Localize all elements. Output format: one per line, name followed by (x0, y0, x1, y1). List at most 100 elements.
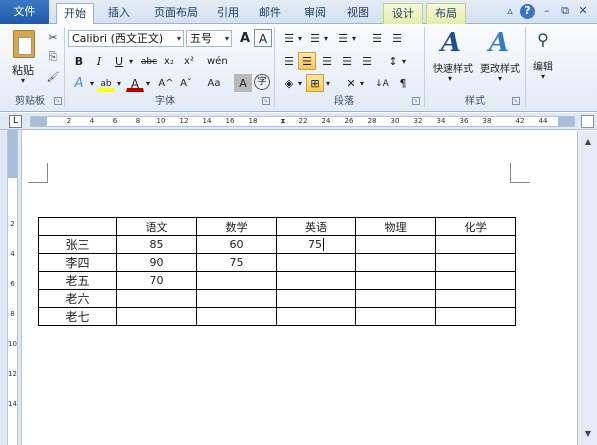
table-cell[interactable] (435, 235, 516, 254)
table-cell[interactable] (276, 307, 356, 326)
font-name-combo[interactable]: Calibri (西文正文) ▾ (68, 30, 184, 47)
chevron-down-icon[interactable]: ▾ (400, 52, 408, 70)
paragraph-launcher-icon[interactable]: ↘ (412, 97, 420, 105)
view-ruler-button[interactable] (581, 115, 594, 128)
table-cell[interactable] (38, 217, 117, 236)
char-border-icon[interactable]: A (254, 29, 272, 47)
table-cell[interactable]: 90 (116, 253, 197, 272)
close-icon[interactable]: ✕ (576, 4, 590, 18)
table-cell[interactable] (196, 271, 277, 290)
restore-icon[interactable]: ⧉ (558, 4, 572, 18)
table-cell-active[interactable]: 75 (276, 235, 356, 254)
table-header-cell[interactable]: 化学 (435, 217, 516, 236)
grow-font-icon[interactable]: A (236, 29, 254, 47)
styles-launcher-icon[interactable]: ↘ (512, 97, 520, 105)
chevron-down-icon[interactable]: ▾ (144, 74, 152, 92)
chevron-down-icon[interactable]: ▾ (358, 74, 366, 92)
minimize-button[interactable]: – (540, 4, 554, 18)
grow-font-button[interactable]: A^ (156, 74, 176, 92)
phonetic-guide-icon[interactable]: wén (206, 52, 228, 70)
table-cell[interactable] (276, 253, 356, 272)
table-cell[interactable] (196, 307, 277, 326)
table-cell[interactable] (355, 235, 436, 254)
editing-button[interactable]: 编辑 (526, 58, 560, 73)
help-icon[interactable]: ? (520, 4, 535, 19)
ruler-strip[interactable]: 2 4 6 8 10 12 14 16 18 ⧗ 22 24 26 28 30 … (30, 116, 575, 127)
chevron-down-icon[interactable]: ▾ (126, 52, 136, 70)
sort-icon[interactable]: ↓A (372, 74, 392, 92)
table-cell[interactable]: 70 (116, 271, 197, 290)
table-cell[interactable] (276, 289, 356, 308)
tab-selector-button[interactable]: L (9, 115, 22, 128)
vertical-scrollbar[interactable]: ▲ ▼ (577, 131, 597, 445)
quick-styles-icon[interactable]: A (436, 28, 466, 58)
table-header-cell[interactable]: 英语 (276, 217, 356, 236)
char-shading-icon[interactable]: A (234, 74, 252, 92)
tab-insert[interactable]: 插入 (100, 3, 138, 24)
chevron-down-icon[interactable]: ▾ (494, 74, 506, 83)
chevron-down-icon[interactable]: ▾ (296, 74, 304, 92)
paste-dropdown-arrow[interactable]: ▾ (18, 76, 28, 85)
cut-icon[interactable]: ✂ (46, 30, 60, 44)
tab-references[interactable]: 引用 (210, 3, 246, 24)
tab-table-layout[interactable]: 布局 (426, 3, 466, 24)
copy-icon[interactable]: ⎘ (46, 50, 60, 64)
change-case-button[interactable]: Aa (204, 74, 224, 92)
scroll-up-icon[interactable]: ▲ (581, 135, 595, 149)
table-cell[interactable] (355, 253, 436, 272)
font-size-combo[interactable]: 五号 ▾ (186, 30, 232, 47)
table-cell[interactable] (435, 289, 516, 308)
table-cell[interactable] (355, 271, 436, 290)
text-effect-icon[interactable]: A (70, 74, 88, 92)
chevron-down-icon[interactable]: ▾ (350, 29, 358, 47)
table-cell[interactable] (196, 289, 277, 308)
chevron-down-icon[interactable]: ▾ (88, 74, 96, 92)
paste-icon[interactable] (10, 28, 38, 60)
borders-icon[interactable]: ⊞ (306, 74, 324, 92)
table-cell[interactable] (435, 307, 516, 326)
format-painter-icon[interactable]: 🖌 (46, 70, 60, 84)
table-cell[interactable] (276, 271, 356, 290)
table-cell[interactable]: 张三 (38, 235, 117, 254)
tab-table-design[interactable]: 设计 (383, 3, 423, 24)
align-right-icon[interactable]: ☰ (318, 52, 336, 70)
change-styles-icon[interactable]: A (484, 28, 514, 58)
font-color-icon[interactable]: A (126, 74, 144, 92)
subscript-button[interactable]: x₂ (160, 52, 178, 70)
tab-page-layout[interactable]: 页面布局 (146, 3, 206, 24)
justify-icon[interactable]: ☰ (338, 52, 356, 70)
table-cell[interactable]: 75 (196, 253, 277, 272)
chevron-down-icon[interactable]: ▾ (324, 74, 332, 92)
chevron-down-icon[interactable]: ▾ (296, 29, 304, 47)
align-left-icon[interactable]: ☰ (280, 52, 298, 70)
highlight-icon[interactable]: ab (97, 74, 115, 92)
tab-mailings[interactable]: 邮件 (252, 3, 288, 24)
score-table[interactable]: 语文 数学 英语 物理 化学 张三 85 60 75 李四 90 75 老五 7… (38, 217, 516, 326)
chevron-down-icon[interactable]: ▾ (322, 29, 330, 47)
table-cell[interactable] (435, 271, 516, 290)
table-cell[interactable]: 老五 (38, 271, 117, 290)
table-cell[interactable] (435, 253, 516, 272)
document-page[interactable]: 语文 数学 英语 物理 化学 张三 85 60 75 李四 90 75 老五 7… (22, 131, 575, 445)
vertical-ruler-strip[interactable]: 2 4 6 8 10 12 14 (7, 130, 18, 445)
table-cell[interactable] (116, 307, 197, 326)
increase-indent-icon[interactable]: ☰ (388, 29, 406, 47)
chevron-down-icon[interactable]: ▾ (537, 72, 549, 81)
binoculars-icon[interactable]: ⚲ (532, 30, 554, 49)
quick-styles-button[interactable]: 快速样式 (429, 60, 477, 75)
superscript-button[interactable]: x² (180, 52, 198, 70)
decrease-indent-icon[interactable]: ☰ (368, 29, 386, 47)
chevron-down-icon[interactable]: ▾ (115, 74, 123, 92)
italic-button[interactable]: I (90, 52, 108, 70)
font-launcher-icon[interactable]: ↘ (262, 97, 270, 105)
scroll-down-icon[interactable]: ▼ (581, 427, 595, 441)
enclose-char-icon[interactable]: 字 (254, 74, 270, 90)
table-cell[interactable]: 老七 (38, 307, 117, 326)
table-cell[interactable] (116, 289, 197, 308)
indent-marker-icon[interactable]: ⧗ (281, 117, 286, 126)
shrink-font-button[interactable]: Aˇ (176, 74, 196, 92)
tab-review[interactable]: 审阅 (296, 3, 334, 24)
table-header-cell[interactable]: 语文 (116, 217, 197, 236)
table-cell[interactable]: 老六 (38, 289, 117, 308)
table-cell[interactable]: 李四 (38, 253, 117, 272)
